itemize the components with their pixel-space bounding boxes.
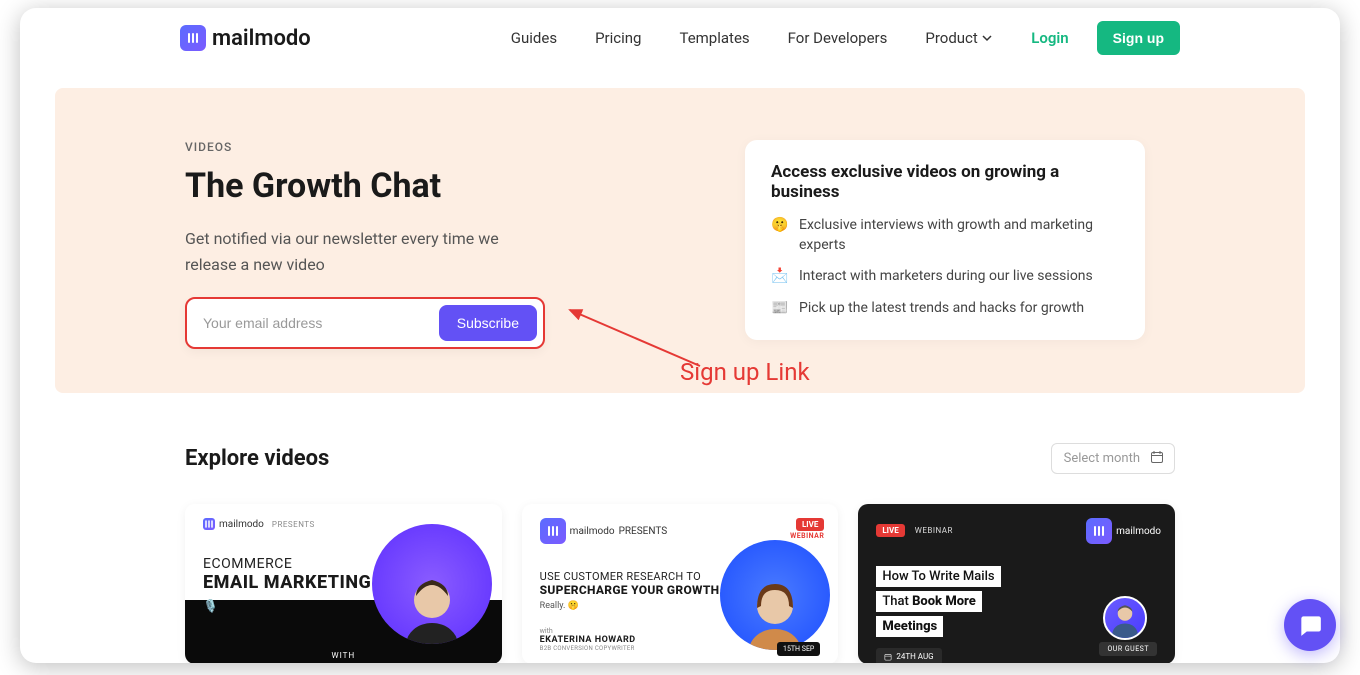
brand-logo-icon [180,25,206,51]
brand-logo-icon [203,518,215,530]
hero-eyebrow: VIDEOS [185,140,565,154]
signup-button[interactable]: Sign up [1097,21,1180,55]
hero-left: VIDEOS The Growth Chat Get notified via … [185,140,565,349]
subscribe-form: Subscribe [185,297,545,349]
speaker-avatar [1103,596,1147,640]
card-brand: mailmodo [1086,518,1161,544]
card-title-line: How To Write Mails [876,566,1000,587]
video-card-meetings[interactable]: LIVE WEBINAR mailmodo How To Write Mails… [858,504,1175,663]
explore-section: Explore videos Select month mailmodo PRE… [20,393,1340,663]
card-brand-text: mailmodo [1116,526,1161,537]
speaker-avatar [372,524,492,644]
benefits-heading: Access exclusive videos on growing a bus… [771,162,1119,202]
benefit-emoji-icon: 🤫 [771,216,789,255]
video-card-ecommerce[interactable]: mailmodo PRESENTS ECOMMERCE EMAIL MARKET… [185,504,502,663]
date-badge: 15TH SEP [777,642,820,656]
nav-links: Guides Pricing Templates For Developers … [511,29,992,47]
card-title-line: That Book More [876,591,981,612]
nav-templates[interactable]: Templates [679,29,749,47]
webinar-badge: WEBINAR [790,532,824,540]
email-input[interactable] [203,315,439,331]
date-badge: 24TH AUG [876,648,941,663]
explore-title: Explore videos [185,446,329,471]
benefit-item: 🤫 Exclusive interviews with growth and m… [771,216,1119,255]
brand-logo-icon [1086,518,1112,544]
top-nav: mailmodo Guides Pricing Templates For De… [20,8,1340,68]
calendar-icon [1150,450,1164,468]
login-link[interactable]: Login [1031,29,1068,47]
webinar-badge: WEBINAR [915,526,953,535]
hero-subtitle: Get notified via our newsletter every ti… [185,226,545,277]
explore-header: Explore videos Select month [185,443,1175,474]
card-brand-text: mailmodo [219,519,264,530]
chat-icon [1297,612,1323,638]
nav-product[interactable]: Product [925,29,991,47]
guest-badge: OUR GUEST [1099,642,1157,656]
nav-developers[interactable]: For Developers [788,29,888,47]
hero-title: The Growth Chat [185,166,565,206]
card-title-line: Meetings [876,616,943,637]
nav-product-label: Product [925,29,977,47]
video-cards: mailmodo PRESENTS ECOMMERCE EMAIL MARKET… [185,504,1175,663]
benefit-emoji-icon: 📰 [771,299,789,319]
benefit-text: Pick up the latest trends and hacks for … [799,299,1084,319]
annotation-label: Sign up Link [680,358,810,386]
nav-guides[interactable]: Guides [511,29,557,47]
brand-logo[interactable]: mailmodo [180,25,311,51]
benefit-text: Interact with marketers during our live … [799,267,1093,287]
card-brand-text: mailmodo [570,526,615,537]
speaker-avatar [720,540,830,650]
nav-pricing[interactable]: Pricing [595,29,641,47]
card-with: WITH [332,651,356,660]
benefit-emoji-icon: 📩 [771,267,789,287]
month-select-placeholder: Select month [1064,451,1140,466]
video-card-research[interactable]: LIVE WEBINAR mailmodo PRESENTS USE CUSTO… [522,504,839,663]
subscribe-button[interactable]: Subscribe [439,305,537,341]
calendar-icon [884,653,892,661]
brand-logo-icon [540,518,566,544]
benefits-card: Access exclusive videos on growing a bus… [745,140,1145,340]
benefit-text: Exclusive interviews with growth and mar… [799,216,1119,255]
card-presents: PRESENTS [619,526,668,537]
brand-name: mailmodo [212,26,311,51]
hero-section: VIDEOS The Growth Chat Get notified via … [55,88,1305,393]
benefit-item: 📩 Interact with marketers during our liv… [771,267,1119,287]
month-select[interactable]: Select month [1051,443,1175,474]
nav-right: Login Sign up [1031,21,1180,55]
benefit-item: 📰 Pick up the latest trends and hacks fo… [771,299,1119,319]
live-badge: LIVE [796,518,824,531]
chevron-down-icon [982,33,992,43]
date-text: 24TH AUG [896,652,933,661]
live-badge: LIVE [876,524,904,537]
chat-widget-button[interactable] [1284,599,1336,651]
card-presents: PRESENTS [272,520,315,529]
